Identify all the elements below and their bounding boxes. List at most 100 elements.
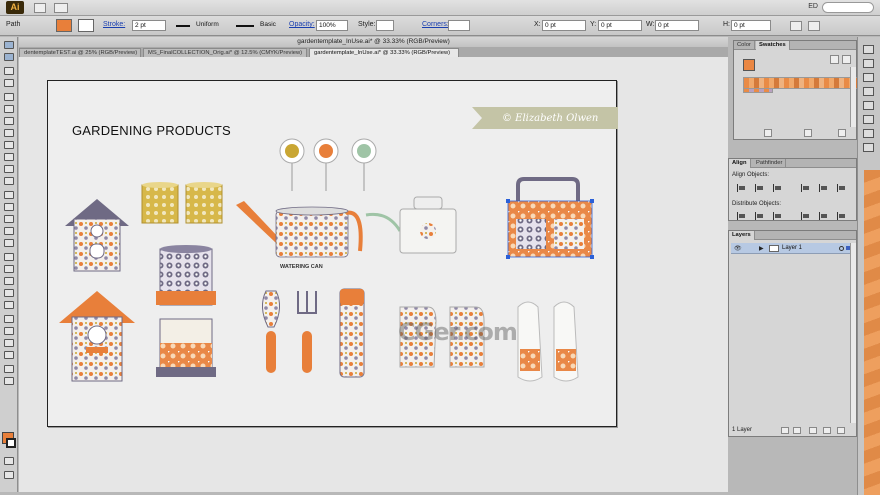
new-swatch-icon[interactable] — [804, 129, 812, 137]
tab-swatches[interactable]: Swatches — [756, 41, 790, 50]
style-select[interactable] — [376, 20, 394, 31]
align-vertical-center-icon[interactable] — [819, 184, 827, 192]
distribute-left-icon[interactable] — [801, 212, 809, 220]
gradient-tool-icon[interactable] — [4, 277, 14, 285]
align-horizontal-center-icon[interactable] — [755, 184, 763, 192]
clipping-mask-icon[interactable] — [793, 427, 801, 434]
symbols-icon[interactable] — [863, 87, 874, 96]
line-tool-icon[interactable] — [4, 117, 14, 125]
tab-color[interactable]: Color — [734, 41, 755, 50]
distribute-vertical-center-icon[interactable] — [755, 212, 763, 220]
help-search-input[interactable] — [822, 2, 874, 13]
align-bottom-icon[interactable] — [837, 184, 845, 192]
y-field[interactable]: 0 pt — [598, 20, 642, 31]
zoom-tool-icon[interactable] — [4, 377, 14, 385]
stroke-panel-icon[interactable] — [863, 143, 874, 152]
rectangle-tool-icon[interactable] — [4, 129, 14, 137]
width-tool-icon[interactable] — [4, 215, 14, 223]
artwork-illustrations[interactable] — [48, 81, 618, 428]
w-field[interactable]: 0 pt — [655, 20, 699, 31]
new-layer-icon[interactable] — [823, 427, 831, 434]
rotate-tool-icon[interactable] — [4, 191, 14, 199]
paintbrush-tool-icon[interactable] — [4, 141, 14, 149]
shape-builder-tool-icon[interactable] — [4, 239, 14, 247]
tab-layers[interactable]: Layers — [729, 231, 755, 240]
layer-name[interactable]: Layer 1 — [782, 245, 802, 251]
artboard-tool-icon[interactable] — [4, 339, 14, 347]
thumbnail-view-icon[interactable] — [842, 55, 851, 64]
pen-tool-icon[interactable] — [4, 93, 14, 101]
color-panel-icon[interactable] — [863, 45, 874, 54]
distribute-right-icon[interactable] — [837, 212, 845, 220]
scale-tool-icon[interactable] — [4, 203, 14, 211]
free-transform-tool-icon[interactable] — [4, 227, 14, 235]
canvas[interactable]: GARDENING PRODUCTS © Elizabeth Olwen WAT… — [19, 57, 728, 492]
direct-selection-tool-icon[interactable] — [4, 53, 14, 61]
document-tab[interactable]: MS_FinalCOLLECTION_Orig.ai* @ 12.5% (CMY… — [143, 48, 307, 57]
delete-swatch-icon[interactable] — [838, 129, 846, 137]
h-field[interactable]: 0 pt — [731, 20, 771, 31]
blob-brush-tool-icon[interactable] — [4, 165, 14, 173]
document-tab[interactable]: dentemplateTEST.ai @ 25% (RGB/Preview) — [19, 48, 141, 57]
stroke-swatch[interactable] — [78, 19, 94, 32]
distribute-horizontal-center-icon[interactable] — [819, 212, 827, 220]
color-mode-icon[interactable] — [4, 457, 14, 465]
corners-field[interactable] — [448, 20, 470, 31]
magic-wand-tool-icon[interactable] — [4, 67, 14, 75]
panel-menu-icon[interactable] — [808, 21, 820, 31]
fill-swatch[interactable] — [56, 19, 72, 32]
eyedropper-tool-icon[interactable] — [4, 289, 14, 297]
eraser-tool-icon[interactable] — [4, 177, 14, 185]
layer-row[interactable]: 👁 ▶ Layer 1 — [731, 243, 851, 254]
selection-tool-icon[interactable] — [4, 41, 14, 49]
profile-select[interactable]: Uniform — [174, 20, 224, 31]
graph-tool-icon[interactable] — [4, 327, 14, 335]
graphic-styles-icon[interactable] — [863, 101, 874, 110]
lasso-tool-icon[interactable] — [4, 79, 14, 87]
hand-tool-icon[interactable] — [4, 365, 14, 373]
stroke-weight-field[interactable]: 2 pt — [132, 20, 166, 31]
appearance-icon[interactable] — [863, 115, 874, 124]
target-icon[interactable] — [839, 246, 844, 251]
transform-icon[interactable] — [790, 21, 802, 31]
swatch-grid-row[interactable] — [743, 88, 773, 93]
type-tool-icon[interactable] — [4, 105, 14, 113]
brush-select[interactable]: Basic — [232, 20, 282, 31]
perspective-grid-tool-icon[interactable] — [4, 253, 14, 261]
brushes-icon[interactable] — [863, 73, 874, 82]
opacity-field[interactable]: 100% — [316, 20, 348, 31]
distribute-top-icon[interactable] — [737, 212, 745, 220]
drawing-mode-icon[interactable] — [4, 471, 14, 479]
symbol-sprayer-tool-icon[interactable] — [4, 315, 14, 323]
transparency-icon[interactable] — [863, 129, 874, 138]
corners-link[interactable]: Corners: — [422, 21, 449, 28]
stroke-color-swatch[interactable] — [6, 438, 16, 448]
swatches-scrollbar[interactable] — [850, 67, 856, 127]
blend-tool-icon[interactable] — [4, 301, 14, 309]
list-view-icon[interactable] — [830, 55, 839, 64]
align-top-icon[interactable] — [801, 184, 809, 192]
opacity-link[interactable]: Opacity: — [289, 21, 315, 28]
swatch-library-icon[interactable] — [764, 129, 772, 137]
slice-tool-icon[interactable] — [4, 351, 14, 359]
mesh-tool-icon[interactable] — [4, 265, 14, 273]
expand-triangle-icon[interactable]: ▶ — [759, 245, 764, 252]
stroke-link[interactable]: Stroke: — [103, 21, 125, 28]
current-swatch[interactable] — [743, 59, 755, 71]
document-tab-active[interactable]: gardentemplate_InUse.ai* @ 33.33% (RGB/P… — [309, 48, 459, 57]
new-sublayer-icon[interactable] — [809, 427, 817, 434]
artboard[interactable]: GARDENING PRODUCTS © Elizabeth Olwen WAT… — [47, 80, 618, 428]
tab-pathfinder[interactable]: Pathfinder — [753, 159, 787, 168]
delete-layer-icon[interactable] — [837, 427, 845, 434]
workspace-label[interactable]: ED — [808, 3, 818, 10]
layers-scrollbar[interactable] — [850, 243, 856, 423]
bridge-icon[interactable] — [34, 3, 46, 13]
arrange-documents-icon[interactable] — [54, 3, 68, 13]
color-guide-icon[interactable] — [863, 59, 874, 68]
align-right-icon[interactable] — [773, 184, 781, 192]
align-left-icon[interactable] — [737, 184, 745, 192]
tab-align[interactable]: Align — [729, 159, 751, 168]
eye-icon[interactable]: 👁 — [734, 245, 742, 252]
pencil-tool-icon[interactable] — [4, 153, 14, 161]
distribute-bottom-icon[interactable] — [773, 212, 781, 220]
